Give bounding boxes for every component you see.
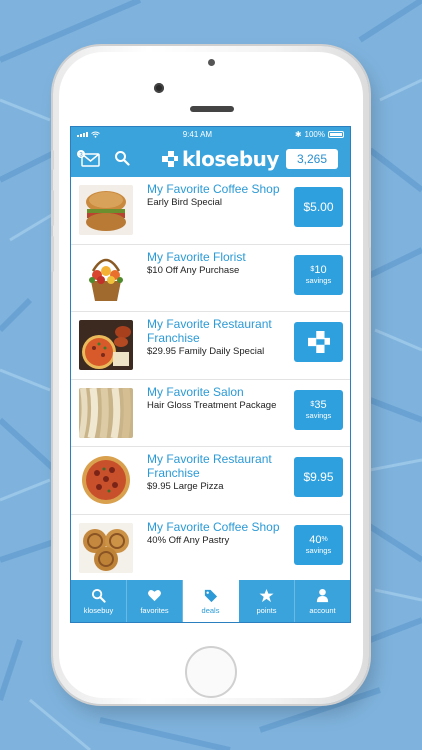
flower-basket-image [79,252,133,303]
deal-price-button[interactable]: $9.95 [294,457,343,497]
deal-savings-label: savings [305,276,332,285]
home-button[interactable] [185,646,237,698]
klosebuy-logo: klosebuy [162,147,279,171]
status-time: 9:41 AM [182,129,213,139]
hair-image [79,387,133,438]
deal-item[interactable]: My Favorite Coffee Shop Early Bird Speci… [71,177,350,245]
volume-up-button [51,190,54,226]
deal-subtitle: $10 Off Any Purchase [147,264,240,276]
deal-subtitle: Hair Gloss Treatment Package [147,399,277,411]
tab-deals[interactable]: deals [183,580,239,622]
status-bar: 9:41 AM ✱ 100% [71,127,350,141]
klosebuy-logo-icon [307,331,330,353]
deal-savings-amount: $10 [310,264,327,276]
star-icon [259,588,274,602]
deal-title: My Favorite Restaurant Franchise [147,452,272,480]
deal-price: $9.95 [303,470,334,484]
tab-label: account [309,605,336,615]
power-button [368,200,371,248]
battery-icon [328,130,344,138]
tab-label: klosebuy [83,605,114,615]
bottom-tab-bar: klosebuy favorites deals points account [71,580,350,622]
battery-percent: 100% [304,129,325,139]
deal-title: My Favorite Florist [147,249,246,264]
camera-dot [208,59,215,66]
deal-subtitle: $9.95 Large Pizza [147,481,224,492]
front-camera [154,83,164,93]
klosebuy-logo-icon [162,151,178,167]
deal-item[interactable]: My Favorite Coffee Shop 40% Off Any Past… [71,515,350,582]
deal-item[interactable]: My Favorite Restaurant Franchise $29.95 … [71,312,350,380]
deal-savings-label: savings [305,411,332,420]
volume-down-button [51,236,54,272]
deal-savings-amount: 40% [309,534,328,546]
deal-title: My Favorite Salon [147,384,244,399]
deal-item[interactable]: My Favorite Restaurant Franchise $9.95 L… [71,447,350,515]
tab-points[interactable]: points [239,580,295,622]
tab-label: favorites [140,605,169,615]
signal-icon [77,131,88,137]
deal-title: My Favorite Coffee Shop [147,182,280,196]
speaker [190,106,234,112]
deal-savings-button[interactable]: 40% savings [294,524,343,565]
search-icon[interactable] [114,150,130,166]
deals-list: My Favorite Coffee Shop Early Bird Speci… [71,177,350,581]
deal-savings-label: savings [305,546,332,555]
deal-item[interactable]: My Favorite Salon Hair Gloss Treatment P… [71,380,350,447]
tab-klosebuy[interactable]: klosebuy [71,580,127,622]
tag-icon [204,589,218,602]
deal-savings-button[interactable]: $10 savings [294,254,343,295]
wifi-icon [91,131,100,138]
points-badge[interactable]: 3,265 [286,149,338,169]
person-icon [316,588,329,602]
bagel-sandwich-image [79,185,133,235]
deal-price: $5.00 [303,200,334,214]
deal-subtitle: 40% Off Any Pastry [147,534,230,546]
deal-price-button[interactable]: $5.00 [294,187,343,227]
cinnamon-rolls-image [79,522,133,573]
pizza-image [79,455,133,505]
bluetooth-icon: ✱ [294,129,302,139]
pizza-wings-image [79,320,133,370]
app-screen: 9:41 AM ✱ 100% 3 klosebuy 3,265 My Favor… [70,126,351,623]
deal-subtitle: $29.95 Family Daily Special [147,346,265,357]
heart-icon [148,589,161,601]
deal-item[interactable]: My Favorite Florist $10 Off Any Purchase… [71,245,350,312]
tab-label: points [256,605,277,615]
tab-account[interactable]: account [295,580,350,622]
search-icon [91,588,106,603]
tab-favorites[interactable]: favorites [127,580,183,622]
deal-subtitle: Early Bird Special [147,197,222,208]
deal-title: My Favorite Coffee Shop [147,519,280,534]
top-navbar: 3 klosebuy 3,265 [71,141,350,177]
mute-switch [51,150,54,170]
deal-savings-button[interactable]: $35 savings [294,389,343,430]
mail-icon[interactable]: 3 [76,150,100,168]
deal-savings-amount: $35 [310,399,327,411]
tab-label: deals [201,605,220,615]
deal-logo-button[interactable] [294,322,343,362]
logo-text: klosebuy [182,147,279,171]
deal-title: My Favorite Restaurant Franchise [147,317,272,345]
